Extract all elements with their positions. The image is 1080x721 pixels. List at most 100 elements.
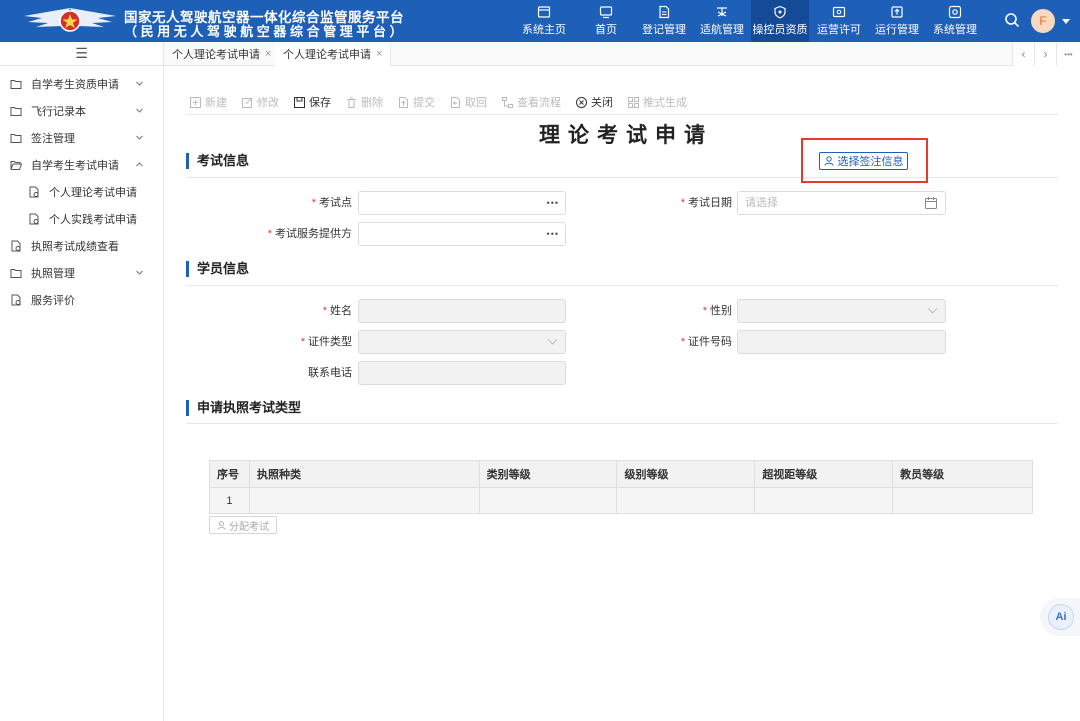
document-icon bbox=[659, 5, 670, 19]
nav-operation-license[interactable]: 运营许可 bbox=[815, 0, 863, 42]
nav-operation-management[interactable]: 运行管理 bbox=[872, 0, 922, 42]
folder-icon bbox=[10, 133, 22, 143]
push-generate-button[interactable]: 推式生成 bbox=[628, 94, 687, 110]
search-icon[interactable] bbox=[1004, 12, 1020, 28]
sidebar-item-exam-results[interactable]: 执照考试成绩查看 bbox=[0, 232, 163, 259]
chevron-down-icon bbox=[136, 270, 143, 275]
platform-subtitle: （民用无人驾驶航空器综合管理平台） bbox=[124, 24, 407, 39]
tab-more-button[interactable]: ••• bbox=[1056, 42, 1080, 66]
table-row[interactable]: 1 bbox=[209, 487, 1033, 514]
nav-registration[interactable]: 登记管理 bbox=[639, 0, 689, 42]
sidebar-item-label: 自学考生资质申请 bbox=[31, 78, 119, 91]
retrieve-button[interactable]: 取回 bbox=[450, 94, 487, 110]
tool-label: 保存 bbox=[309, 97, 331, 109]
more-options-icon[interactable]: ••• bbox=[547, 223, 559, 245]
phone-label: 联系电话 bbox=[308, 367, 352, 379]
user-avatar[interactable]: F bbox=[1031, 9, 1055, 33]
top-header: 国家无人驾驶航空器一体化综合监管服务平台 （民用无人驾驶航空器综合管理平台） 系… bbox=[0, 0, 1080, 42]
tab-label: 个人理论考试申请 bbox=[172, 49, 260, 61]
gender-select[interactable] bbox=[737, 299, 946, 323]
calendar-icon[interactable] bbox=[925, 197, 937, 209]
ai-assistant-button[interactable]: Ai bbox=[1048, 604, 1074, 630]
nav-home[interactable]: 首页 bbox=[588, 0, 624, 42]
table-cell[interactable] bbox=[478, 487, 618, 514]
exam-date-label: * 考试日期 bbox=[680, 197, 732, 209]
sidebar-item-theory-exam[interactable]: 个人理论考试申请 bbox=[0, 178, 163, 205]
nav-operator-qualification[interactable]: 操控员资质 bbox=[751, 0, 809, 42]
sidebar-item-label: 个人理论考试申请 bbox=[49, 186, 137, 199]
sidebar-item-label: 签注管理 bbox=[31, 132, 75, 145]
tool-label: 提交 bbox=[413, 97, 435, 109]
tab-prev-button[interactable]: ‹ bbox=[1012, 42, 1034, 66]
view-flow-button[interactable]: 查看流程 bbox=[502, 94, 561, 110]
sidebar-item-service-rating[interactable]: 服务评价 bbox=[0, 286, 163, 313]
nav-label: 首页 bbox=[595, 24, 617, 36]
tab-next-button[interactable]: › bbox=[1034, 42, 1056, 66]
chevron-down-icon bbox=[547, 334, 558, 345]
tool-label: 查看流程 bbox=[517, 97, 561, 109]
table-cell[interactable] bbox=[754, 487, 894, 514]
window-icon bbox=[537, 6, 551, 18]
id-type-label: * 证件类型 bbox=[300, 336, 352, 348]
sidebar-item-self-study-qualification[interactable]: 自学考生资质申请 bbox=[0, 70, 163, 97]
phone-field[interactable] bbox=[358, 361, 566, 385]
table-cell[interactable] bbox=[248, 487, 480, 514]
tool-label: 关闭 bbox=[591, 97, 613, 109]
sidebar-item-practical-exam[interactable]: 个人实践考试申请 bbox=[0, 205, 163, 232]
close-button[interactable]: 关闭 bbox=[576, 94, 613, 110]
nav-label: 运行管理 bbox=[875, 24, 919, 36]
highlight-annotation bbox=[801, 138, 928, 183]
chevron-up-icon bbox=[136, 162, 143, 167]
submit-icon bbox=[399, 96, 408, 108]
chevron-down-icon bbox=[136, 81, 143, 86]
close-icon[interactable]: × bbox=[376, 48, 382, 60]
delete-button[interactable]: 删除 bbox=[346, 94, 383, 110]
grid-icon bbox=[628, 96, 639, 108]
sidebar-item-flight-log[interactable]: 飞行记录本 bbox=[0, 97, 163, 124]
nav-label: 运营许可 bbox=[817, 24, 861, 36]
close-icon[interactable]: × bbox=[265, 48, 271, 60]
assign-exam-button[interactable]: 分配考试 bbox=[209, 516, 277, 534]
plus-icon bbox=[190, 96, 201, 108]
save-button[interactable]: 保存 bbox=[294, 94, 331, 110]
sidebar-item-license-management[interactable]: 执照管理 bbox=[0, 259, 163, 286]
trash-icon bbox=[347, 97, 356, 108]
nav-airworthiness[interactable]: 适航管理 bbox=[697, 0, 747, 42]
nav-system-home[interactable]: 系统主页 bbox=[519, 0, 569, 42]
exam-date-field[interactable]: 请选择 bbox=[737, 191, 946, 215]
edit-button[interactable]: 修改 bbox=[242, 94, 279, 110]
tab-theory-exam-2[interactable]: 个人理论考试申请 × bbox=[275, 42, 392, 66]
tab-theory-exam-1[interactable]: 个人理论考试申请 × bbox=[164, 42, 281, 66]
settings-icon bbox=[948, 5, 962, 19]
submit-button[interactable]: 提交 bbox=[398, 94, 435, 110]
gender-label: * 性别 bbox=[702, 305, 732, 317]
more-options-icon[interactable]: ••• bbox=[547, 192, 559, 214]
nav-system-management[interactable]: 系统管理 bbox=[930, 0, 980, 42]
tool-label: 新建 bbox=[205, 97, 227, 109]
flow-icon bbox=[502, 96, 513, 108]
nav-label: 系统主页 bbox=[522, 24, 566, 36]
new-button[interactable]: 新建 bbox=[190, 94, 227, 110]
id-number-field[interactable] bbox=[737, 330, 946, 354]
certificate-icon bbox=[832, 6, 846, 18]
exam-site-field[interactable]: ••• bbox=[358, 191, 566, 215]
file-icon bbox=[29, 213, 39, 224]
sidebar: ☰ 自学考生资质申请 飞行记录本 签注管理 自学考生考试申请 个人理论考试申请 … bbox=[0, 42, 164, 721]
table-cell-index: 1 bbox=[209, 487, 250, 514]
folder-open-icon bbox=[10, 160, 22, 170]
sidebar-item-endorsement[interactable]: 签注管理 bbox=[0, 124, 163, 151]
name-field[interactable] bbox=[358, 299, 566, 323]
menu-toggle-icon[interactable]: ☰ bbox=[0, 42, 163, 66]
save-icon bbox=[294, 96, 305, 108]
tool-label: 推式生成 bbox=[643, 97, 687, 109]
sidebar-item-exam-application[interactable]: 自学考生考试申请 bbox=[0, 151, 163, 178]
chevron-down-icon[interactable] bbox=[1062, 19, 1070, 24]
table-cell[interactable] bbox=[616, 487, 756, 514]
file-icon bbox=[11, 294, 21, 305]
provider-field[interactable]: ••• bbox=[358, 222, 566, 246]
id-type-select[interactable] bbox=[358, 330, 566, 354]
user-icon bbox=[217, 520, 226, 530]
table-cell[interactable] bbox=[892, 487, 1033, 514]
caac-wings-logo-icon bbox=[24, 8, 116, 32]
monitor-icon bbox=[599, 6, 613, 19]
